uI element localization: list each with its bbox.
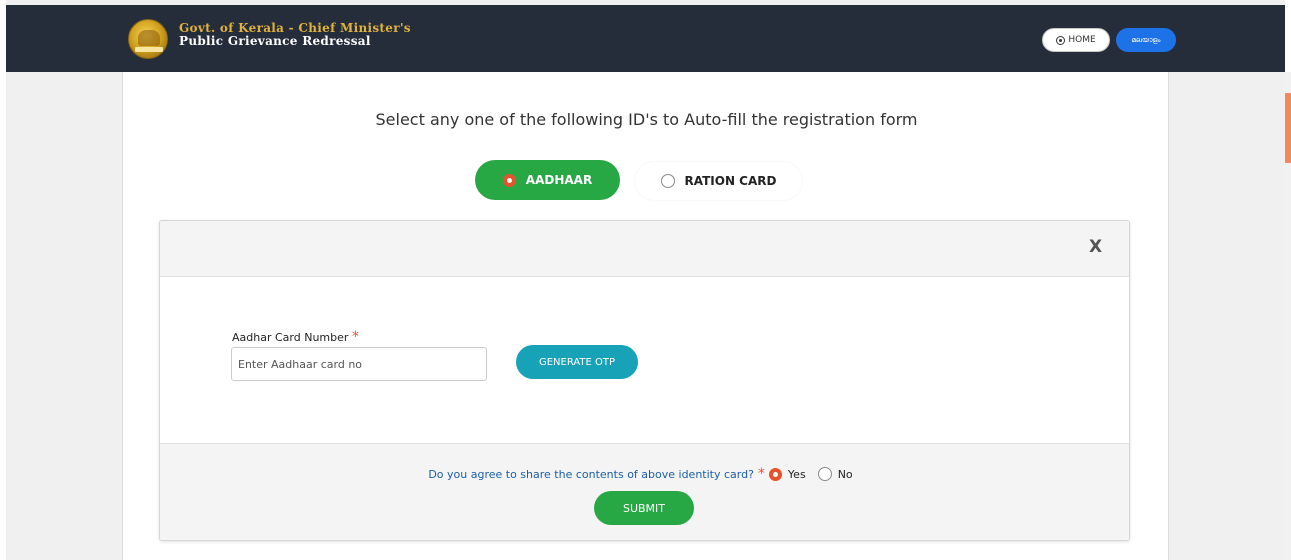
submit-button[interactable]: SUBMIT bbox=[594, 491, 694, 525]
brand-title-line1: Govt. of Kerala - Chief Minister's bbox=[179, 21, 411, 35]
close-icon[interactable]: X bbox=[1089, 237, 1102, 257]
panel-header: X bbox=[160, 221, 1129, 277]
aadhaar-panel: X Aadhar Card Number * GENERATE OTP Do y… bbox=[159, 220, 1130, 541]
home-button-label: HOME bbox=[1068, 35, 1096, 45]
emblem-elephants-shape bbox=[138, 30, 160, 46]
home-circle-icon bbox=[1056, 35, 1066, 45]
aadhaar-number-input[interactable] bbox=[231, 347, 487, 381]
consent-question: Do you agree to share the contents of ab… bbox=[428, 467, 754, 481]
panel-body: Aadhar Card Number * GENERATE OTP bbox=[160, 277, 1129, 443]
consent-required-marker: * bbox=[757, 466, 765, 482]
main-card: Select any one of the following ID's to … bbox=[122, 72, 1169, 560]
consent-row: Do you agree to share the contents of ab… bbox=[160, 466, 1129, 482]
scrollbar-thumb[interactable] bbox=[1285, 93, 1291, 163]
language-toggle-button[interactable]: മലയാളം bbox=[1116, 28, 1176, 52]
aadhaar-field-label-text: Aadhar Card Number bbox=[232, 331, 349, 344]
generate-otp-button[interactable]: GENERATE OTP bbox=[516, 345, 638, 379]
id-option-aadhaar[interactable]: AADHAAR bbox=[475, 160, 620, 200]
kerala-emblem-icon bbox=[128, 19, 168, 59]
consent-yes-radio[interactable] bbox=[768, 467, 782, 481]
consent-no-label: No bbox=[837, 467, 853, 481]
autofill-instruction: Select any one of the following ID's to … bbox=[375, 110, 918, 129]
id-option-ration-card[interactable]: RATION CARD bbox=[635, 162, 802, 200]
required-marker: * bbox=[351, 329, 359, 345]
emblem-banner bbox=[135, 47, 163, 52]
consent-no-radio[interactable] bbox=[817, 467, 832, 481]
radio-selected-icon bbox=[502, 173, 516, 187]
home-button[interactable]: HOME bbox=[1042, 28, 1110, 52]
id-option-ration-card-label: RATION CARD bbox=[684, 174, 777, 188]
consent-yes-label: Yes bbox=[787, 467, 806, 481]
radio-unselected-icon bbox=[660, 174, 675, 188]
panel-footer: Do you agree to share the contents of ab… bbox=[160, 443, 1129, 540]
id-option-aadhaar-label: AADHAAR bbox=[525, 173, 593, 187]
aadhaar-field-label: Aadhar Card Number * bbox=[232, 329, 359, 345]
brand-title-line2: Public Grievance Redressal bbox=[179, 34, 371, 48]
site-header: Govt. of Kerala - Chief Minister's Publi… bbox=[6, 5, 1285, 72]
